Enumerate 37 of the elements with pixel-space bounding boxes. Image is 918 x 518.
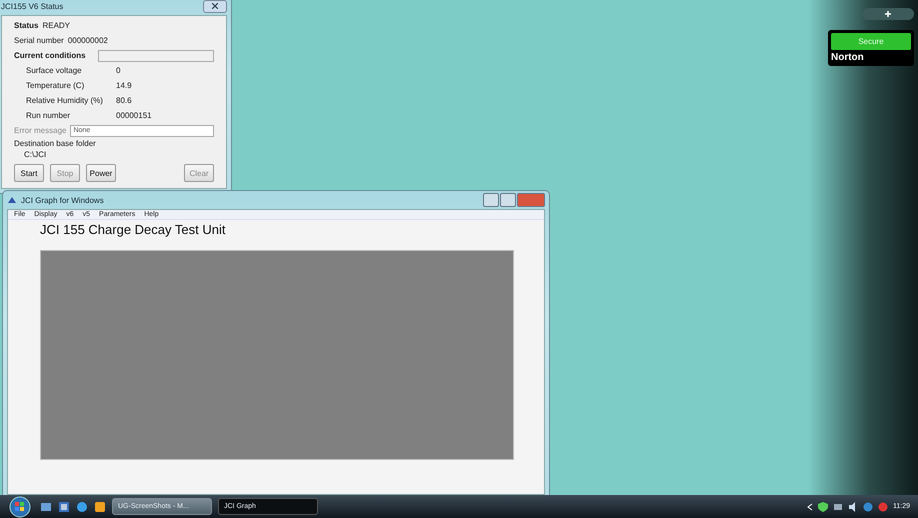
media-icon[interactable] (94, 500, 106, 512)
close-icon (212, 3, 218, 9)
close-button[interactable] (203, 0, 227, 12)
folder-label: Destination base folder (14, 139, 96, 148)
error-label: Error message (14, 126, 66, 135)
action-button[interactable]: Start (14, 164, 44, 182)
serial-value: 000000002 (68, 36, 108, 45)
sidebar-controls[interactable] (862, 8, 914, 20)
condition-value: 00000151 (116, 111, 153, 120)
action-button[interactable]: Power (86, 164, 116, 182)
window-title: JCI Graph for Windows (21, 196, 104, 204)
condition-label: Surface voltage (26, 66, 83, 75)
norton-gadget[interactable]: Secure Norton (828, 30, 914, 66)
app-icon (7, 196, 17, 204)
condition-value: 0 (116, 66, 122, 75)
plus-icon (885, 11, 891, 17)
condition-label: Run number (26, 111, 72, 120)
serial-label: Serial number (14, 36, 64, 45)
brand-name: Norton (831, 52, 865, 63)
folder-path: C:\JCI (24, 150, 46, 159)
condition-label: Relative Humidity (%) (26, 96, 104, 105)
security-status: Secure (831, 33, 911, 50)
shield-icon[interactable] (818, 502, 828, 512)
condition-label: Temperature (C) (26, 81, 86, 90)
desktop-icon[interactable] (40, 500, 52, 512)
section-heading: Current conditions (14, 51, 86, 60)
maximize-button[interactable] (500, 193, 516, 207)
window-title: JCI155 V6 Status (1, 2, 64, 10)
chevron-icon[interactable] (807, 502, 813, 510)
status-value: READY (42, 21, 70, 30)
window-switch-icon[interactable] (58, 500, 70, 512)
condition-value: 80.6 (116, 96, 133, 105)
graph-heading: JCI 155 Charge Decay Test Unit (39, 221, 226, 239)
minimize-button[interactable] (483, 193, 499, 207)
status-label: Status (14, 21, 38, 30)
condition-value: 14.9 (116, 81, 133, 90)
volume-icon[interactable] (848, 502, 858, 512)
